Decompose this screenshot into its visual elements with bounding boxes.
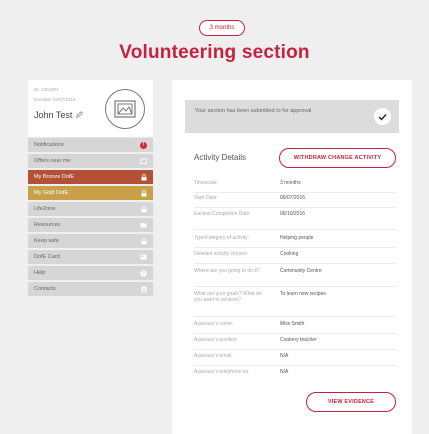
notice-text: Your section has been submitted to for a… xyxy=(195,108,312,114)
sidebar-item-help[interactable]: Help ? xyxy=(28,266,153,280)
detail-label: Start Date: xyxy=(194,195,218,201)
detail-value: Miss Smith xyxy=(280,321,305,327)
padlock-icon xyxy=(140,237,147,245)
withdraw-change-activity-button[interactable]: WITHDRAW CHANGE ACTIVITY xyxy=(279,148,396,168)
activity-panel: Your section has been submitted to for a… xyxy=(172,80,412,434)
offers-icon xyxy=(140,158,147,165)
detail-value: N/A xyxy=(280,369,289,375)
detail-value: 06/07/2016 xyxy=(280,195,306,201)
profile-name: John Test xyxy=(34,110,73,120)
sidebar-item-label: Notifications xyxy=(34,142,64,148)
sidebar-item-lifezone[interactable]: LifeZone xyxy=(28,202,153,216)
sidebar-item-keep-safe[interactable]: Keep safe xyxy=(28,234,153,248)
detail-label: What are your goals? What do you want to… xyxy=(194,291,262,303)
detail-row: Assessor's telephone no: N/A xyxy=(194,369,396,381)
duration-pill: 3 months xyxy=(199,20,245,36)
sidebar-item-notifications[interactable]: Notifications ! xyxy=(28,138,153,152)
detail-row: Assessor's name: Miss Smith xyxy=(194,321,396,334)
view-evidence-button[interactable]: VIEW EVIDENCE xyxy=(306,392,396,412)
sidebar-item-label: Resources xyxy=(34,222,61,228)
page-title: Volunteering section xyxy=(119,42,310,63)
svg-text:?: ? xyxy=(142,271,145,277)
submission-notice: Your section has been submitted to for a… xyxy=(185,100,399,133)
detail-label: Detailed activity chosen: xyxy=(194,251,248,257)
sidebar-item-label: Offers near me xyxy=(34,158,71,164)
sidebar: ID: 1304304 Enrolled: 04/07/2016 John Te… xyxy=(28,80,153,296)
avatar[interactable] xyxy=(105,89,145,129)
detail-label: Assessor's position: xyxy=(194,337,239,343)
participant-id: ID: 1304304 xyxy=(34,87,59,92)
help-icon: ? xyxy=(140,269,147,277)
sidebar-item-label: DofE Card xyxy=(34,254,60,260)
detail-value: Cookery teacher xyxy=(280,337,317,343)
detail-value: 3 months xyxy=(280,180,301,186)
detail-row: Assessor's email: N/A xyxy=(194,353,396,366)
sidebar-menu: Notifications ! Offers near me My Bronze… xyxy=(28,138,153,296)
card-icon xyxy=(140,254,147,261)
sidebar-item-label: LifeZone xyxy=(34,206,56,212)
sidebar-item-label: My Gold DofE xyxy=(34,190,69,196)
detail-label: Assessor's name: xyxy=(194,321,234,327)
folder-icon xyxy=(140,222,147,229)
detail-row: Timescale: 3 months xyxy=(194,180,396,193)
sidebar-item-bronze[interactable]: My Bronze DofE xyxy=(28,170,153,184)
detail-row: What are your goals? What do you want to… xyxy=(194,291,396,317)
lifezone-icon xyxy=(140,205,147,213)
detail-value: N/A xyxy=(280,353,289,359)
sidebar-item-resources[interactable]: Resources xyxy=(28,218,153,232)
sidebar-item-label: Contacts xyxy=(34,286,56,292)
contact-icon xyxy=(140,286,147,293)
profile-name-row: John Test xyxy=(34,110,84,120)
checkmark-icon xyxy=(374,108,391,125)
sidebar-item-contacts[interactable]: Contacts xyxy=(28,282,153,296)
detail-row: Type/category of activity: Helping peopl… xyxy=(194,235,396,248)
detail-label: Type/category of activity: xyxy=(194,235,250,241)
detail-row: Start Date: 06/07/2016 xyxy=(194,195,396,208)
edit-pencil-icon[interactable] xyxy=(76,110,84,120)
profile-card: ID: 1304304 Enrolled: 04/07/2016 John Te… xyxy=(28,80,153,138)
detail-row: Detailed activity chosen: Cooking xyxy=(194,251,396,264)
sidebar-item-label: Help xyxy=(34,270,46,276)
activity-details-heading: Activity Details xyxy=(194,153,247,162)
detail-label: Timescale: xyxy=(194,180,218,186)
lock-icon xyxy=(140,173,147,181)
sidebar-item-dofe-card[interactable]: DofE Card xyxy=(28,250,153,264)
detail-value: Helping people xyxy=(280,235,314,241)
detail-label: Where are you going to do it? xyxy=(194,268,260,274)
detail-value: Cooking xyxy=(280,251,299,257)
alert-badge-icon: ! xyxy=(140,141,147,149)
sidebar-item-label: Keep safe xyxy=(34,238,59,244)
detail-row: Earliest Completion Date: 06/10/2016 xyxy=(194,211,396,230)
detail-row: Assessor's position: Cookery teacher xyxy=(194,337,396,350)
detail-row: Where are you going to do it? Community … xyxy=(194,268,396,287)
lock-icon xyxy=(140,189,147,197)
picture-frame-icon xyxy=(114,100,136,118)
sidebar-item-label: My Bronze DofE xyxy=(34,174,75,180)
sidebar-item-offers[interactable]: Offers near me xyxy=(28,154,153,168)
detail-label: Earliest Completion Date: xyxy=(194,211,251,217)
detail-label: Assessor's telephone no: xyxy=(194,369,250,375)
detail-value: To learn new recipes xyxy=(280,291,326,297)
enrolled-date: Enrolled: 04/07/2016 xyxy=(34,97,76,102)
detail-value: Community Centre xyxy=(280,268,322,274)
sidebar-item-gold[interactable]: My Gold DofE xyxy=(28,186,153,200)
detail-label: Assessor's email: xyxy=(194,353,233,359)
detail-value: 06/10/2016 xyxy=(280,211,306,217)
